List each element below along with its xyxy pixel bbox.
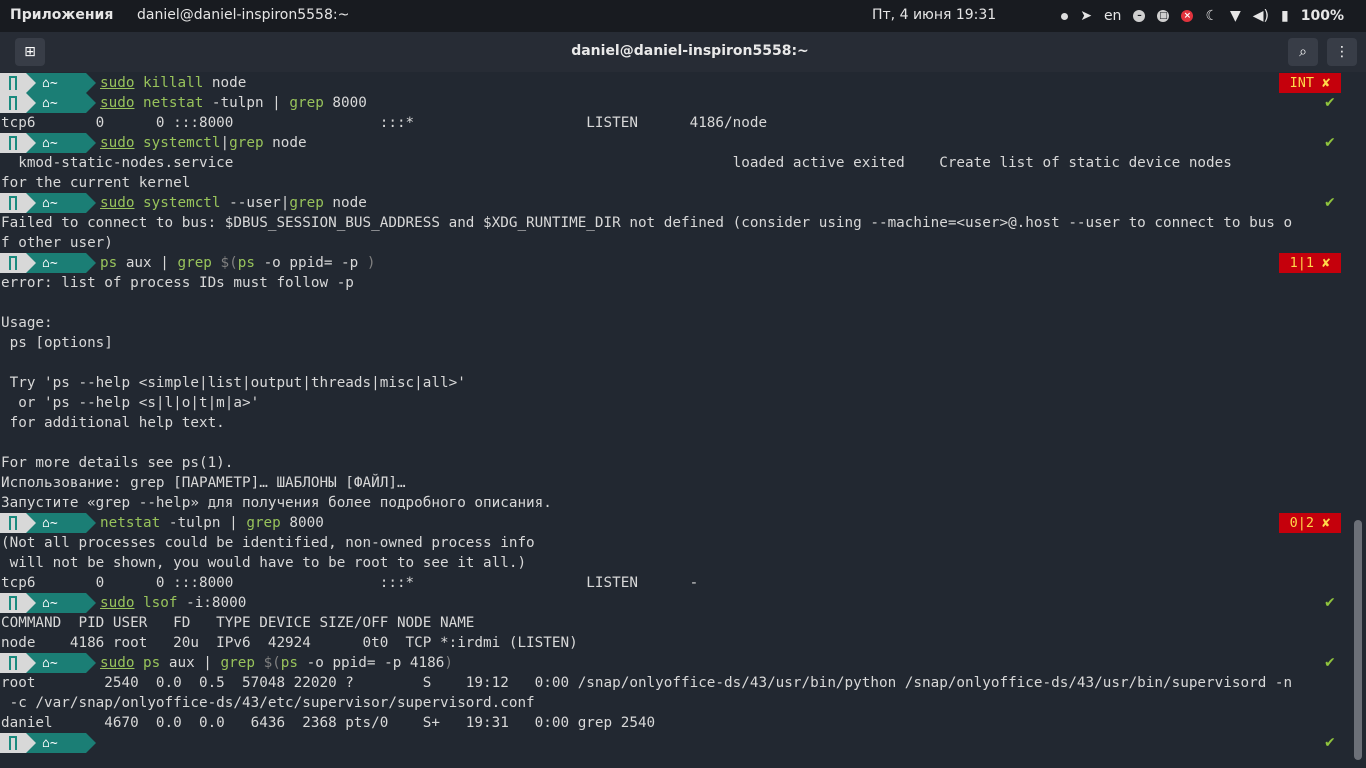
command-line: sudo netstat -tulpn | grep 8000 (100, 95, 367, 111)
os-icon (0, 513, 26, 533)
home-icon: ⌂ ~ (36, 653, 86, 673)
output-line: will not be shown, you would have to be … (1, 555, 527, 571)
command-line: sudo systemctl --user|grep node (100, 195, 367, 211)
output-line: Использование: grep [ПАРАМЕТР]… ШАБЛОНЫ … (1, 475, 406, 491)
output-line: or 'ps --help <s|l|o|t|m|a>' (1, 395, 260, 411)
menu-button[interactable]: ⋮ (1327, 38, 1357, 66)
night-mode-icon[interactable]: ☾ (1205, 8, 1218, 24)
os-icon (0, 93, 26, 113)
output-line: COMMAND PID USER FD TYPE DEVICE SIZE/OFF… (1, 615, 475, 631)
success-check-icon: ✔ (1324, 195, 1336, 211)
clock[interactable]: Пт, 4 июня 19:31 (872, 7, 996, 23)
home-icon: ⌂ ~ (36, 733, 86, 753)
home-icon: ⌂ ~ (36, 193, 86, 213)
search-button[interactable]: ⌕ (1288, 38, 1318, 66)
output-line: tcp6 0 0 :::8000 :::* LISTEN - (1, 575, 699, 591)
os-icon (0, 133, 26, 153)
output-line: tcp6 0 0 :::8000 :::* LISTEN 4186/node (1, 115, 768, 131)
prompt: ⌂ ~ (0, 733, 96, 753)
volume-icon[interactable]: ◀) (1253, 8, 1269, 24)
os-icon (0, 653, 26, 673)
terminal-titlebar: ⊞ daniel@daniel-inspiron5558:~ ⌕ ⋮ (0, 32, 1366, 72)
home-icon: ⌂ ~ (36, 593, 86, 613)
output-line: root 2540 0.0 0.5 57048 22020 ? S 19:12 … (1, 675, 1293, 691)
output-line: error: list of process IDs must follow -… (1, 275, 354, 291)
command-line: sudo lsof -i:8000 (100, 595, 247, 611)
prompt: ⌂ ~ (0, 73, 96, 93)
battery-level: 100% (1300, 8, 1344, 24)
home-icon: ⌂ ~ (36, 513, 86, 533)
command-line: sudo ps aux | grep $(ps -o ppid= -p 4186… (100, 655, 453, 671)
command-line: sudo killall node (100, 75, 247, 91)
output-line: kmod-static-nodes.service loaded active … (1, 155, 1232, 171)
home-icon: ⌂ ~ (36, 73, 86, 93)
prompt: ⌂ ~ (0, 593, 96, 613)
home-icon: ⌂ ~ (36, 93, 86, 113)
output-line: Failed to connect to bus: $DBUS_SESSION_… (1, 215, 1293, 231)
maximize-icon[interactable]: □ (1157, 10, 1170, 22)
search-icon: ⌕ (1299, 44, 1307, 60)
output-line: Usage: (1, 315, 53, 331)
success-check-icon: ✔ (1324, 735, 1336, 751)
success-check-icon: ✔ (1324, 655, 1336, 671)
output-line: for additional help text. (1, 415, 225, 431)
prompt: ⌂ ~ (0, 193, 96, 213)
exit-status-badge: 0|2 ✘ (1279, 513, 1341, 533)
success-check-icon: ✔ (1324, 595, 1336, 611)
os-icon (0, 193, 26, 213)
output-line: ps [options] (1, 335, 113, 351)
home-icon: ⌂ ~ (36, 133, 86, 153)
applications-menu[interactable]: Приложения (10, 7, 113, 23)
output-line: For more details see ps(1). (1, 455, 234, 471)
prompt: ⌂ ~ (0, 513, 96, 533)
prompt: ⌂ ~ (0, 253, 96, 273)
output-line: node 4186 root 20u IPv6 42924 0t0 TCP *:… (1, 635, 578, 651)
os-icon (0, 733, 26, 753)
os-icon (0, 73, 26, 93)
active-window-title[interactable]: daniel@daniel-inspiron5558:~ (137, 7, 349, 23)
battery-icon[interactable]: ▮ (1281, 8, 1289, 24)
prompt: ⌂ ~ (0, 133, 96, 153)
prompt: ⌂ ~ (0, 93, 96, 113)
output-line: (Not all processes could be identified, … (1, 535, 535, 551)
os-icon (0, 593, 26, 613)
kebab-menu-icon: ⋮ (1335, 44, 1349, 60)
scrollbar[interactable] (1354, 520, 1362, 760)
output-line: for the current kernel (1, 175, 191, 191)
success-check-icon: ✔ (1324, 95, 1336, 111)
system-tray: ➤ en – □ × ☾ ▼ ◀) ▮ 100% (1061, 0, 1344, 32)
output-line: -c /var/snap/onlyoffice-ds/43/etc/superv… (1, 695, 535, 711)
exit-status-badge: INT ✘ (1279, 73, 1341, 93)
output-line: daniel 4670 0.0 0.0 6436 2368 pts/0 S+ 1… (1, 715, 656, 731)
notification-dot-icon[interactable] (1061, 12, 1069, 20)
output-line: Запустите «grep --help» для получения бо… (1, 495, 552, 511)
home-icon: ⌂ ~ (36, 253, 86, 273)
exit-status-badge: 1|1 ✘ (1279, 253, 1341, 273)
os-icon (0, 253, 26, 273)
command-line: netstat -tulpn | grep 8000 (100, 515, 324, 531)
minimize-icon[interactable]: – (1133, 10, 1146, 22)
terminal-title: daniel@daniel-inspiron5558:~ (571, 43, 809, 59)
command-line: ps aux | grep $(ps -o ppid= -p ) (100, 255, 376, 271)
success-check-icon: ✔ (1324, 135, 1336, 151)
close-icon[interactable]: × (1181, 10, 1194, 22)
output-line: f other user) (1, 235, 113, 251)
terminal-output[interactable]: ⌂ ~ sudo killall node INT ✘ ⌂ ~ sudo net… (0, 73, 1366, 768)
wifi-icon[interactable]: ▼ (1230, 8, 1241, 24)
output-line: Try 'ps --help <simple|list|output|threa… (1, 375, 466, 391)
telegram-icon[interactable]: ➤ (1080, 8, 1092, 24)
prompt: ⌂ ~ (0, 653, 96, 673)
keyboard-layout[interactable]: en (1104, 8, 1122, 24)
top-panel: Приложения daniel@daniel-inspiron5558:~ … (0, 0, 1366, 32)
command-line: sudo systemctl|grep node (100, 135, 307, 151)
